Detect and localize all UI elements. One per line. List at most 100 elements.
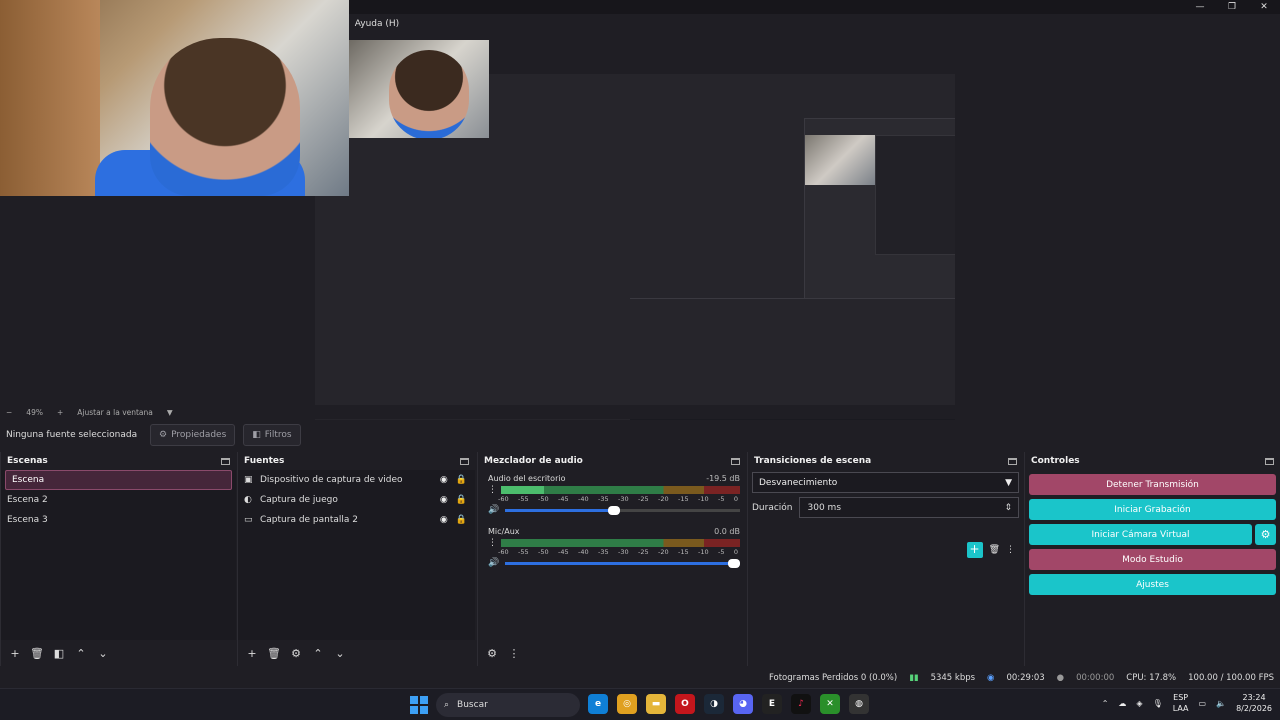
more-icon[interactable]: ⋮ [506, 647, 522, 660]
menu-item-help[interactable]: Ayuda (H) [355, 19, 399, 29]
scale-tick: 0 [733, 495, 738, 503]
properties-button[interactable]: ⚙ Propiedades [150, 424, 236, 446]
mixer-toolbar: ⚙ ⋮ [478, 640, 746, 666]
start-virtual-camera-button[interactable]: Iniciar Cámara Virtual [1029, 524, 1252, 545]
volume-handle[interactable] [608, 505, 621, 515]
undock-icon[interactable] [1008, 457, 1017, 465]
obs-icon[interactable]: ◍ [849, 694, 869, 714]
close-button[interactable]: ✕ [1248, 0, 1280, 14]
undock-icon[interactable] [460, 457, 469, 465]
duration-spinbox[interactable]: 300 ms ⇕ [798, 497, 1019, 518]
source-label: Captura de pantalla 2 [260, 515, 359, 525]
transition-actions: + 🗑 ⋮ [966, 542, 1015, 558]
add-transition-button[interactable]: + [966, 542, 983, 558]
spin-arrows-icon[interactable]: ⇕ [1004, 503, 1012, 513]
add-icon[interactable]: + [7, 647, 23, 660]
display-icon[interactable]: ▭ [1199, 699, 1207, 708]
zoom-level: 49% [26, 407, 43, 417]
onedrive-icon[interactable]: ☁ [1118, 699, 1126, 708]
epic-games-icon[interactable]: E [762, 694, 782, 714]
scale-tick: -25 [638, 495, 649, 503]
discord-icon[interactable]: ◕ [733, 694, 753, 714]
transitions-body: Desvanecimiento ▼ Duración 300 ms ⇕ + 🗑 … [748, 470, 1023, 640]
move-down-icon[interactable]: ⌄ [95, 647, 111, 660]
zoom-in-icon[interactable]: + [57, 408, 63, 417]
network-icon[interactable]: ◈ [1136, 699, 1142, 708]
lock-icon[interactable]: 🔒 [456, 495, 467, 505]
source-item[interactable]: ▣ Dispositivo de captura de video ◉ 🔒 [238, 470, 475, 490]
eye-icon[interactable]: ◉ [440, 515, 448, 525]
clock[interactable]: 23:24 8/2/2026 [1236, 692, 1272, 714]
lock-icon[interactable]: 🔒 [456, 515, 467, 525]
transition-select[interactable]: Desvanecimiento ▼ [752, 472, 1019, 493]
opera-icon[interactable]: O [675, 694, 695, 714]
system-tray: ⌃ ☁ ◈ 🎙 ESP LAA ▭ 🔈 23:24 8/2/2026 [1102, 692, 1272, 714]
scene-item[interactable]: Escena [5, 470, 232, 490]
taskbar-search[interactable]: ⌕ Buscar [436, 693, 580, 717]
more-icon[interactable]: ⋮ [488, 538, 497, 548]
move-up-icon[interactable]: ⌃ [73, 647, 89, 660]
undock-icon[interactable] [221, 457, 230, 465]
record-icon: ● [1056, 673, 1065, 683]
studio-mode-button[interactable]: Modo Estudio [1029, 549, 1276, 570]
fit-window-label[interactable]: Ajustar a la ventana [77, 408, 153, 417]
trash-icon[interactable]: 🗑 [266, 647, 282, 660]
language-indicator[interactable]: ESP LAA [1173, 692, 1189, 714]
more-icon[interactable]: ⋮ [1006, 545, 1015, 555]
settings-button[interactable]: Ajustes [1029, 574, 1276, 595]
lock-icon[interactable]: 🔒 [456, 475, 467, 485]
filter-icon[interactable]: ◧ [51, 647, 67, 660]
scene-item[interactable]: Escena 2 [1, 490, 236, 510]
move-down-icon[interactable]: ⌄ [332, 647, 348, 660]
more-icon[interactable]: ⋮ [488, 485, 497, 495]
scale-tick: -15 [678, 495, 689, 503]
search-icon: ⌕ [444, 700, 450, 710]
advanced-audio-icon[interactable]: ⚙ [484, 647, 500, 660]
chrome-icon[interactable]: ◎ [617, 694, 637, 714]
speaker-icon[interactable]: 🔊 [488, 558, 499, 568]
scale-tick: -60 [498, 548, 509, 556]
source-item[interactable]: ▭ Captura de pantalla 2 ◉ 🔒 [238, 510, 475, 530]
undock-icon[interactable] [731, 457, 740, 465]
folder-icon[interactable]: ▬ [646, 694, 666, 714]
volume-handle[interactable] [728, 558, 740, 568]
speaker-icon[interactable]: 🔊 [488, 505, 499, 515]
chevron-up-icon[interactable]: ⌃ [1102, 699, 1109, 708]
maximize-button[interactable]: ❐ [1216, 0, 1248, 14]
trash-icon[interactable]: 🗑 [29, 647, 45, 660]
add-icon[interactable]: + [244, 647, 260, 660]
source-item[interactable]: ◐ Captura de juego ◉ 🔒 [238, 490, 475, 510]
record-time: 00:00:00 [1076, 673, 1115, 683]
mixer-channel: Mic/Aux 0.0 dB ⋮ -60 -55 -50 -45 -40 -35 -30 -2… [478, 523, 746, 568]
channel-db: 0.0 dB [714, 527, 740, 536]
scale-tick: -25 [638, 548, 649, 556]
stop-stream-button[interactable]: Detener Transmisión [1029, 474, 1276, 495]
minimize-button[interactable]: — [1184, 0, 1216, 14]
volume-slider[interactable] [505, 505, 740, 515]
nested-obs-docks [630, 298, 955, 433]
edge-icon[interactable]: e [588, 694, 608, 714]
microphone-icon[interactable]: 🎙 [1153, 699, 1163, 708]
chevron-down-icon[interactable]: ▼ [167, 408, 173, 417]
minecraft-icon[interactable]: ✕ [820, 694, 840, 714]
undock-icon[interactable] [1265, 457, 1274, 465]
scale-tick: -45 [558, 495, 569, 503]
filters-button[interactable]: ◧ Filtros [243, 424, 301, 446]
gear-icon[interactable]: ⚙ [288, 647, 304, 660]
nested-recursive-capture [875, 135, 955, 255]
filters-label: Filtros [264, 430, 292, 440]
eye-icon[interactable]: ◉ [440, 475, 448, 485]
tiktok-icon[interactable]: ♪ [791, 694, 811, 714]
trash-icon[interactable]: 🗑 [989, 545, 1000, 555]
source-label: Captura de juego [260, 495, 338, 505]
scene-item[interactable]: Escena 3 [1, 510, 236, 530]
steam-icon[interactable]: ◑ [704, 694, 724, 714]
gear-icon[interactable]: ⚙ [1255, 524, 1276, 545]
zoom-out-icon[interactable]: − [6, 408, 12, 417]
volume-icon[interactable]: 🔈 [1216, 699, 1226, 708]
move-up-icon[interactable]: ⌃ [310, 647, 326, 660]
start-recording-button[interactable]: Iniciar Grabación [1029, 499, 1276, 520]
windows-start-icon[interactable] [410, 696, 428, 714]
eye-icon[interactable]: ◉ [440, 495, 448, 505]
volume-slider[interactable] [505, 558, 740, 568]
